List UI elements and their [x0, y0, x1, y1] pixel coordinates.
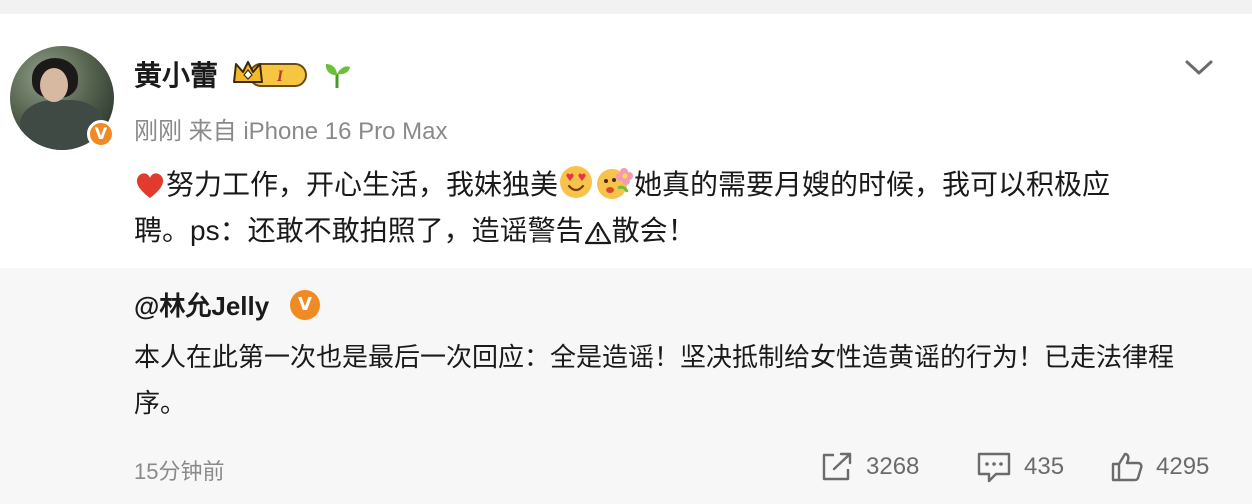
- flower-emoji: [597, 168, 634, 199]
- comment-button[interactable]: 435: [976, 450, 1064, 484]
- post-content: 努力工作，开心生活，我妹独美 她真的需要月嫂的时候，我可以积极应 聘。ps：还敢…: [134, 162, 1214, 254]
- post-text-part4: 散会！: [611, 215, 696, 246]
- warning-icon: [584, 221, 611, 245]
- post-meta: 刚刚 来自 iPhone 16 Pro Max: [134, 118, 448, 145]
- verified-badge-icon: V: [87, 120, 115, 148]
- share-icon: [822, 452, 852, 481]
- share-count: 3268: [866, 453, 920, 480]
- quoted-text: 本人在此第一次也是最后一次回应：全是造谣！坚决抵制给女性造黄谣的行为！已走法律程…: [134, 342, 1175, 418]
- like-button[interactable]: 4295: [1110, 450, 1209, 484]
- share-button[interactable]: 3268: [820, 450, 919, 484]
- weibo-post: V 黄小蕾 I 刚刚 来自 iPhone 16 Pro Max 努力工作，开心生…: [0, 14, 1252, 268]
- top-divider: [0, 0, 1252, 14]
- level-badge-text: I: [276, 68, 284, 85]
- post-text-part3: 聘。ps：还敢不敢拍照了，造谣警告: [134, 215, 584, 246]
- quoted-post[interactable]: @林允Jelly V 本人在此第一次也是最后一次回应：全是造谣！坚决抵制给女性造…: [0, 268, 1252, 504]
- avatar[interactable]: V: [10, 46, 115, 150]
- post-text-part2: 她真的需要月嫂的时候，我可以积极应: [634, 169, 1111, 200]
- comment-icon: [977, 452, 1011, 483]
- like-count: 4295: [1156, 453, 1210, 480]
- post-username[interactable]: 黄小蕾: [134, 54, 218, 94]
- heart-emoji: [136, 173, 164, 198]
- crown-badge-icon[interactable]: I: [232, 58, 310, 90]
- quoted-username[interactable]: @林允Jelly: [134, 286, 269, 323]
- heart-eyes-emoji: [560, 166, 593, 198]
- verified-badge-icon: V: [290, 290, 320, 320]
- chevron-down-icon[interactable]: [1184, 58, 1214, 78]
- comment-count: 435: [1024, 453, 1065, 480]
- post-time: 15分钟前: [134, 459, 225, 484]
- thumbs-up-icon: [1111, 452, 1143, 482]
- sprout-icon: [325, 64, 350, 88]
- post-text-part1: 努力工作，开心生活，我妹独美: [166, 169, 559, 200]
